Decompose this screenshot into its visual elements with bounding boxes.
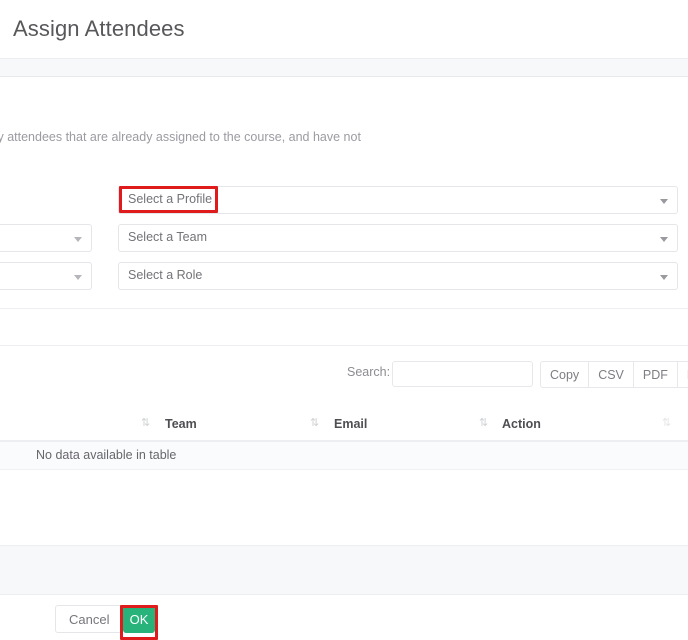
header-divider-band — [0, 58, 688, 77]
modal-header: Assign Attendees — [0, 0, 688, 58]
chevron-down-icon — [660, 237, 668, 242]
table-empty-row: No data available in table — [0, 442, 688, 470]
column-header-team[interactable]: Team — [165, 417, 197, 431]
column-header-action[interactable]: Action — [502, 417, 541, 431]
csv-button[interactable]: CSV — [589, 361, 634, 388]
sort-icon[interactable]: ⇅ — [310, 416, 318, 429]
modal-body: re than that then you may need to repeat… — [0, 77, 688, 545]
sort-icon[interactable]: ⇅ — [141, 416, 149, 429]
table-empty-message: No data available in table — [36, 448, 176, 462]
select-left-secondary-1[interactable] — [0, 224, 92, 252]
select-profile[interactable]: Select a Profile — [118, 186, 678, 214]
page-title: Assign Attendees — [13, 16, 185, 42]
footer-band — [0, 545, 688, 595]
print-button[interactable]: Print — [678, 361, 688, 388]
chevron-down-icon — [74, 237, 82, 242]
select-team-label: Select a Team — [128, 230, 207, 244]
select-profile-label: Select a Profile — [128, 192, 212, 206]
select-left-secondary-2[interactable] — [0, 262, 92, 290]
ok-button[interactable]: OK — [123, 605, 155, 633]
select-team[interactable]: Select a Team — [118, 224, 678, 252]
sort-icon[interactable]: ⇅ — [479, 416, 487, 429]
chevron-down-icon — [74, 275, 82, 280]
pdf-button[interactable]: PDF — [634, 361, 678, 388]
section-divider-top — [0, 308, 688, 309]
export-button-group: Copy CSV PDF Print — [540, 361, 688, 388]
footer-actions: Cancel OK — [0, 596, 688, 640]
search-label: Search: — [347, 365, 390, 379]
cancel-button[interactable]: Cancel — [55, 605, 123, 633]
section-divider-bottom — [0, 345, 688, 346]
copy-button[interactable]: Copy — [540, 361, 589, 388]
intro-description: re than that then you may need to repeat… — [0, 128, 688, 146]
chevron-down-icon — [660, 199, 668, 204]
select-role[interactable]: Select a Role — [118, 262, 678, 290]
select-role-label: Select a Role — [128, 268, 202, 282]
chevron-down-icon — [660, 275, 668, 280]
search-input[interactable] — [392, 361, 533, 387]
sort-icon[interactable]: ⇅ — [662, 416, 670, 429]
assign-attendees-modal: Assign Attendees re than that then you m… — [0, 0, 688, 640]
table-header-row: ⇅ Team ⇅ Email ⇅ Action ⇅ — [0, 411, 688, 442]
column-header-email[interactable]: Email — [334, 417, 367, 431]
